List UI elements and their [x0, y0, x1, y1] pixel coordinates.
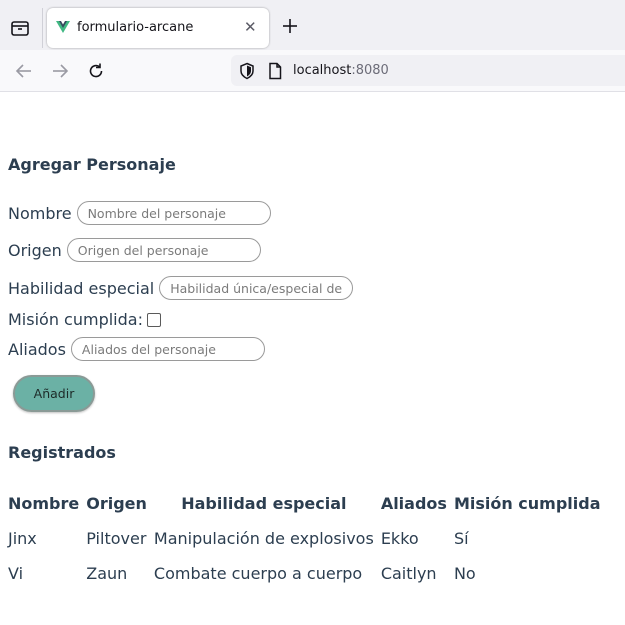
- add-button[interactable]: Añadir: [13, 375, 95, 412]
- column-header-origen: Origen: [86, 493, 147, 513]
- habilidad-row: Habilidad especial: [8, 276, 354, 300]
- cell-nombre: Jinx: [8, 529, 37, 548]
- nombre-row: Nombre: [8, 201, 271, 225]
- tab-overview-icon[interactable]: [8, 16, 32, 40]
- aliados-label: Aliados: [8, 339, 66, 359]
- forward-arrow-icon[interactable]: [51, 62, 69, 80]
- form-title: Agregar Personaje: [8, 155, 176, 174]
- shield-icon[interactable]: [238, 62, 256, 80]
- cell-origen: Piltover: [86, 529, 147, 548]
- table-row: Jinx Piltover Manipulación de explosivos…: [8, 521, 601, 556]
- reload-icon[interactable]: [87, 62, 105, 80]
- page-icon[interactable]: [267, 62, 283, 80]
- url-text[interactable]: localhost:8080: [293, 63, 389, 78]
- origen-label: Origen: [8, 240, 62, 260]
- aliados-input[interactable]: [70, 337, 265, 361]
- tab-title: formulario-arcane: [77, 20, 194, 35]
- mision-row: Misión cumplida:: [8, 310, 161, 329]
- vue-favicon-icon: [56, 21, 70, 33]
- column-header-habilidad: Habilidad especial: [181, 493, 347, 513]
- habilidad-label: Habilidad especial: [8, 278, 155, 298]
- aliados-row: Aliados: [8, 337, 265, 361]
- cell-aliados: Ekko: [380, 529, 419, 548]
- nombre-label: Nombre: [8, 203, 72, 223]
- column-header-mision: Misión cumplida: [453, 493, 601, 513]
- tab-separator: [42, 8, 43, 48]
- plus-icon[interactable]: [281, 17, 299, 35]
- back-arrow-icon[interactable]: [15, 62, 33, 80]
- url-host: localhost: [293, 63, 352, 78]
- cell-habilidad: Manipulación de explosivos: [153, 529, 374, 548]
- browser-tab[interactable]: formulario-arcane ✕: [47, 8, 269, 48]
- nombre-input[interactable]: [76, 201, 271, 225]
- column-header-nombre: Nombre: [8, 493, 80, 513]
- cell-mision: No: [453, 564, 476, 583]
- cell-aliados: Caitlyn: [380, 564, 437, 583]
- cell-mision: Sí: [453, 529, 469, 548]
- origen-row: Origen: [8, 238, 261, 262]
- url-bar[interactable]: localhost:8080: [231, 55, 625, 86]
- url-port: :8080: [351, 63, 389, 78]
- nav-toolbar: localhost:8080: [0, 50, 625, 92]
- tab-strip: formulario-arcane ✕: [0, 0, 625, 50]
- origen-input[interactable]: [66, 238, 261, 262]
- habilidad-input[interactable]: [159, 276, 354, 300]
- mision-label: Misión cumplida:: [8, 310, 143, 329]
- close-icon[interactable]: ✕: [244, 20, 257, 35]
- cell-origen: Zaun: [86, 564, 128, 583]
- cell-nombre: Vi: [8, 564, 24, 583]
- registry-title: Registrados: [8, 443, 116, 462]
- mision-checkbox[interactable]: [146, 312, 161, 327]
- table-row: Vi Zaun Combate cuerpo a cuerpo Caitlyn …: [8, 556, 601, 591]
- column-header-aliados: Aliados: [380, 493, 447, 513]
- cell-habilidad: Combate cuerpo a cuerpo: [153, 564, 363, 583]
- registry-table: Nombre Origen Habilidad especial Aliados…: [1, 485, 608, 591]
- table-header-row: Nombre Origen Habilidad especial Aliados…: [8, 485, 601, 521]
